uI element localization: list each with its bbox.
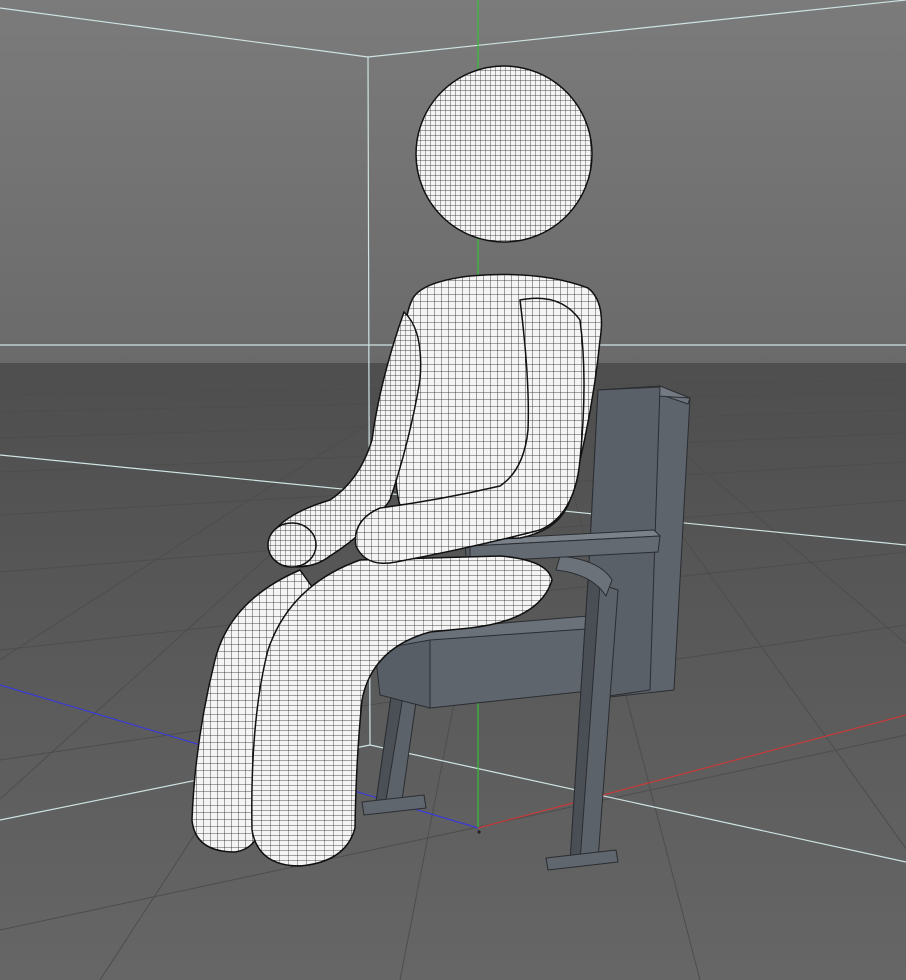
3d-viewport[interactable] [0,0,906,980]
figure-hand-back [267,522,317,568]
viewport-canvas[interactable] [0,0,906,980]
figure-head [415,65,593,243]
world-origin-point [477,830,481,834]
